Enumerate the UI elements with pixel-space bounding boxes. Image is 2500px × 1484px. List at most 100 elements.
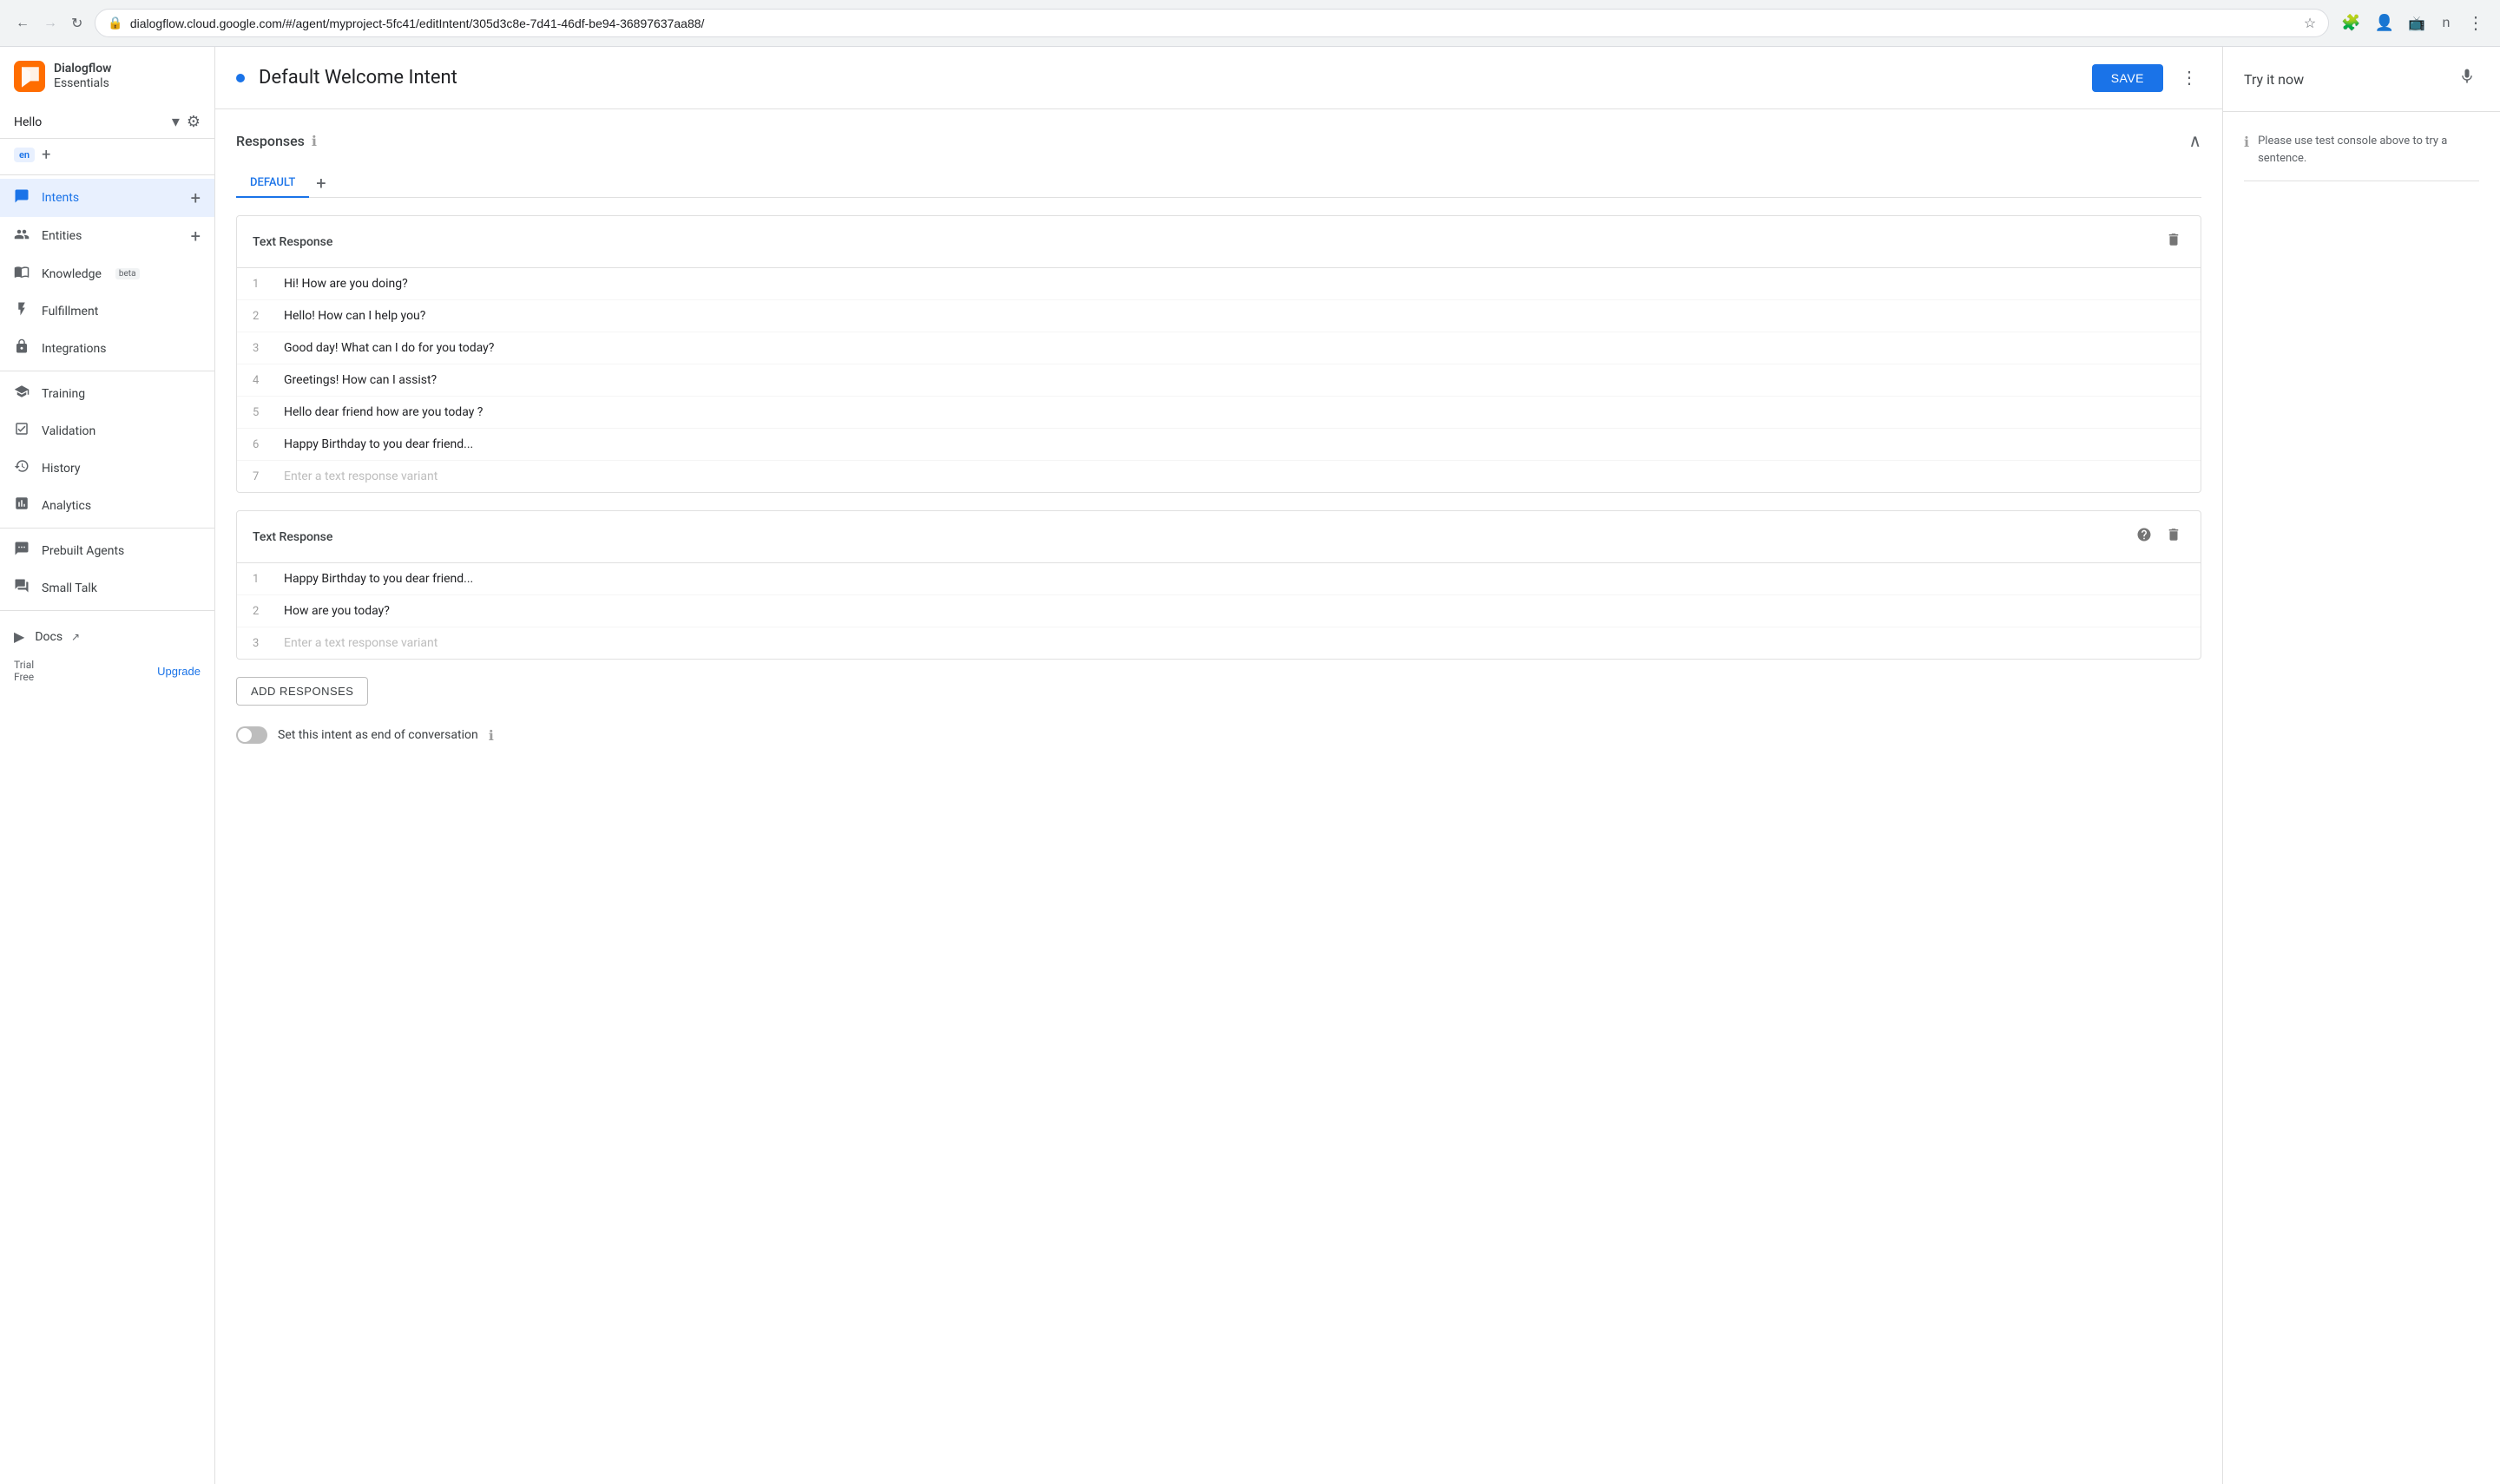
sidebar-item-prebuilt[interactable]: Prebuilt Agents [0, 532, 214, 569]
upgrade-button[interactable]: Upgrade [157, 665, 201, 678]
url-input[interactable] [130, 16, 2297, 30]
response-card-2-header: Text Response [237, 511, 2201, 563]
sidebar-item-knowledge[interactable]: Knowledge beta [0, 255, 214, 292]
prebuilt-label: Prebuilt Agents [42, 544, 124, 558]
row-num: 1 [253, 278, 270, 291]
beta-badge: beta [115, 268, 140, 279]
sidebar-divider-4 [0, 610, 214, 611]
tab-add-button[interactable]: + [312, 169, 329, 197]
menu-button[interactable]: ⋮ [2462, 7, 2490, 39]
training-label: Training [42, 387, 85, 401]
back-button[interactable]: ← [10, 10, 35, 36]
avatar-button[interactable]: n [2434, 11, 2458, 36]
address-bar[interactable]: 🔒 ☆ [95, 9, 2329, 37]
row-text[interactable]: Good day! What can I do for you today? [284, 341, 2185, 355]
prebuilt-icon [14, 541, 30, 561]
help-icon[interactable]: ℹ [312, 133, 317, 149]
more-options-button[interactable]: ⋮ [2177, 63, 2201, 92]
row-num: 4 [253, 374, 270, 387]
end-conv-toggle[interactable] [236, 726, 267, 744]
delete-card-1-button[interactable] [2162, 228, 2185, 255]
mic-button[interactable] [2455, 64, 2479, 94]
row-text[interactable]: Hello! How can I help you? [284, 309, 2185, 323]
responses-section-header: Responses ℹ ∧ [236, 130, 2201, 152]
gear-icon[interactable]: ⚙ [187, 113, 201, 131]
row-num: 3 [253, 637, 270, 650]
add-lang-icon[interactable]: + [42, 146, 50, 164]
help-card-2-button[interactable] [2133, 523, 2155, 550]
delete-card-2-button[interactable] [2162, 523, 2185, 550]
add-entity-button[interactable]: + [191, 226, 201, 246]
response-row-1-6: 6 Happy Birthday to you dear friend... [237, 429, 2201, 461]
row-text[interactable]: Greetings! How can I assist? [284, 373, 2185, 387]
row-text[interactable]: How are you today? [284, 604, 2185, 618]
text-response-card-2: Text Response 1 Happy Birthday to you de… [236, 510, 2201, 660]
entities-icon [14, 227, 30, 246]
content-scroll: Responses ℹ ∧ DEFAULT + Text Response [215, 109, 2222, 1484]
info-icon: ℹ [2244, 134, 2249, 150]
add-intent-button[interactable]: + [191, 187, 201, 208]
response-row-1-7: 7 Enter a text response variant [237, 461, 2201, 492]
integrations-icon [14, 338, 30, 358]
star-icon[interactable]: ☆ [2304, 15, 2316, 31]
knowledge-label: Knowledge [42, 267, 102, 281]
profile-button[interactable]: 👤 [2370, 9, 2399, 37]
end-conv-help-icon[interactable]: ℹ [489, 727, 494, 744]
docs-link[interactable]: ▶ Docs ↗ [14, 621, 201, 652]
tab-default[interactable]: DEFAULT [236, 169, 309, 198]
response-card-2-title: Text Response [253, 530, 332, 544]
lang-badge[interactable]: en [14, 148, 35, 162]
agent-dropdown-icon[interactable]: ▾ [172, 113, 180, 131]
sidebar-item-history[interactable]: History [0, 450, 214, 487]
row-text[interactable]: Happy Birthday to you dear friend... [284, 437, 2185, 451]
row-text[interactable]: Hi! How are you doing? [284, 277, 2185, 291]
sidebar-item-validation[interactable]: Validation [0, 412, 214, 450]
cast-button[interactable]: 📺 [2403, 10, 2431, 37]
end-conv-label: Set this intent as end of conversation [278, 728, 478, 742]
expand-arrow-icon: ▶ [14, 628, 24, 645]
card-1-actions [2162, 228, 2185, 255]
sidebar-item-entities[interactable]: Entities + [0, 217, 214, 255]
end-conversation-row: Set this intent as end of conversation ℹ [236, 726, 2201, 744]
response-row-2-3: 3 Enter a text response variant [237, 627, 2201, 659]
analytics-icon [14, 496, 30, 515]
save-button[interactable]: SAVE [2092, 64, 2163, 92]
response-row-2-2: 2 How are you today? [237, 595, 2201, 627]
row-placeholder[interactable]: Enter a text response variant [284, 636, 2185, 650]
sidebar-item-small-talk[interactable]: Small Talk [0, 569, 214, 607]
sidebar-item-training[interactable]: Training [0, 375, 214, 412]
page-title: Default Welcome Intent [259, 67, 2078, 89]
trial-sublabel: Free [14, 671, 34, 683]
section-title: Responses ℹ [236, 133, 317, 149]
sidebar-divider-3 [0, 528, 214, 529]
response-card-1-header: Text Response [237, 216, 2201, 268]
analytics-label: Analytics [42, 499, 91, 513]
sidebar-item-integrations[interactable]: Integrations [0, 330, 214, 367]
agent-row: Hello ▾ ⚙ [0, 106, 214, 139]
add-responses-button[interactable]: ADD RESPONSES [236, 677, 368, 706]
sidebar-item-intents[interactable]: Intents + [0, 179, 214, 217]
intent-status-dot [236, 74, 245, 82]
forward-button[interactable]: → [38, 10, 62, 36]
sidebar-footer: ▶ Docs ↗ Trial Free Upgrade [0, 614, 214, 697]
reload-button[interactable]: ↻ [66, 10, 88, 37]
response-row-1-2: 2 Hello! How can I help you? [237, 300, 2201, 332]
fulfillment-icon [14, 301, 30, 321]
small-talk-icon [14, 578, 30, 598]
row-placeholder[interactable]: Enter a text response variant [284, 469, 2185, 483]
sidebar-item-analytics[interactable]: Analytics [0, 487, 214, 524]
validation-label: Validation [42, 424, 95, 438]
entities-label: Entities [42, 229, 82, 243]
card-2-actions [2133, 523, 2185, 550]
trial-info: Trial Free [14, 659, 34, 683]
logo-text: Dialogflow Essentials [54, 62, 112, 91]
row-text[interactable]: Happy Birthday to you dear friend... [284, 572, 2185, 586]
history-label: History [42, 462, 81, 476]
collapse-button[interactable]: ∧ [2188, 130, 2201, 152]
external-link-icon: ↗ [71, 631, 80, 643]
info-text: Please use test console above to try a s… [2258, 133, 2479, 167]
intents-icon [14, 188, 30, 208]
row-text[interactable]: Hello dear friend how are you today ? [284, 405, 2185, 419]
extensions-button[interactable]: 🧩 [2336, 9, 2365, 37]
sidebar-item-fulfillment[interactable]: Fulfillment [0, 292, 214, 330]
